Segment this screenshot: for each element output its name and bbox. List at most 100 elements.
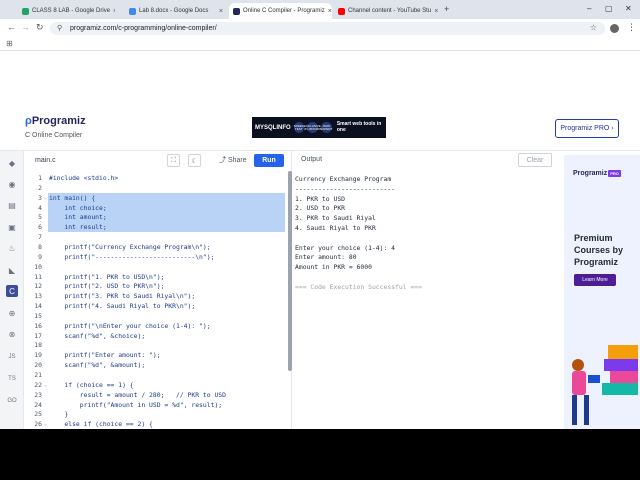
csharp-icon[interactable]: ⊗ [6,328,18,340]
code-line[interactable]: 16 printf("\nEnter your choice (1-4): ")… [24,321,286,331]
browser-tab-programiz[interactable]: Online C Compiler - Programiz × [229,3,332,19]
output-line: 1. PKR to USD [295,194,346,203]
output-line: Enter amount: 80 [295,253,357,262]
page-viewport: ρProgramiz C Online Compiler MYSQLINFO S… [0,51,640,429]
code-line[interactable]: 20 scanf("%d", &amount); [24,360,286,370]
r-icon[interactable]: ◉ [6,178,18,190]
code-line[interactable]: 9 printf("--------------------------\n")… [24,252,286,262]
line-number: 3 [38,193,42,202]
forward-icon[interactable]: → [21,22,30,32]
fold-chevron-icon[interactable]: ⌄ [44,380,47,390]
clear-button[interactable]: Clear [518,153,552,167]
code-line[interactable]: 11 printf("1. PKR to USD\n"); [24,272,286,282]
docs-favicon-icon [129,7,136,15]
site-info-icon[interactable]: ⚲ [57,24,62,32]
line-number: 7 [38,233,42,242]
line-number: 5 [38,213,42,222]
code-line[interactable]: 22 ⌄ if (choice == 1) { [24,380,286,390]
browser-menu-icon[interactable]: ⋮ [627,22,636,33]
code-line[interactable]: 13 printf("3. PKR to Saudi Riyal\n"); [24,291,286,301]
line-number: 15 [34,311,42,320]
code-line[interactable]: 25 } [24,409,286,419]
code-line[interactable]: 8 printf("Currency Exchange Program\n"); [24,242,286,252]
code-line[interactable]: 21 [24,370,286,380]
cpp-icon[interactable]: ⊕ [6,307,18,319]
bookmarks-bar: ⊞ [0,38,640,51]
code-line[interactable]: 12 printf("2. USD to PKR\n"); [24,281,286,291]
code-text: int amount; [49,212,107,223]
code-editor[interactable]: 1 #include <stdio.h> 2 3 ⌄ int main() {4 int … [24,171,288,429]
kotlin-icon[interactable]: ◣ [6,264,18,276]
c-icon[interactable]: C [6,285,18,297]
output-header: Output [301,156,323,163]
reload-icon[interactable]: ↻ [36,22,44,33]
go-icon[interactable]: GO [6,395,18,407]
code-line[interactable]: 7 [24,232,286,242]
browser-tab-youtube[interactable]: Channel content - YouTube Stu × [334,3,438,19]
programiz-logo[interactable]: ρProgramiz [25,115,86,127]
code-text: printf("3. PKR to Saudi Riyal\n"); [49,292,196,301]
ts-icon[interactable]: TS [6,373,18,385]
code-text: } [49,410,69,419]
close-tab-icon[interactable]: × [434,8,438,15]
code-line[interactable]: 5 int amount; [24,212,286,223]
code-text: printf("4. Saudi Riyal to PKR\n"); [49,302,196,311]
fullscreen-icon[interactable]: ⛶ [167,154,180,167]
ad-badge: JSON EXPERT [320,122,332,133]
page-title: C Online Compiler [25,132,83,139]
close-tab-icon[interactable]: × [219,8,223,15]
code-line[interactable]: 3 ⌄ int main() { [24,192,286,203]
browser-tab-docs[interactable]: Lab 8.docx - Google Docs × [125,3,227,19]
code-line[interactable]: 1 #include <stdio.h> [24,173,286,183]
code-line[interactable]: 2 [24,183,286,193]
editor-scrollbar[interactable] [288,171,292,371]
bookmark-star-icon[interactable]: ☆ [590,23,597,32]
code-text: #include <stdio.h> [49,174,119,182]
code-line[interactable]: 4 int choice; [24,202,286,213]
minimize-icon[interactable]: – [587,4,591,13]
learn-more-button[interactable]: Learn More [574,274,616,286]
editor-toolbar: main.c ⛶ ☾ ⤴ Share Run [24,151,288,171]
file-tab[interactable]: main.c [35,157,56,164]
output-line: Enter your choice (1-4): 4 [295,243,396,252]
theme-toggle-icon[interactable]: ☾ [188,154,201,167]
fold-chevron-icon[interactable]: ⌄ [44,193,47,203]
code-line[interactable]: 26 ⌄ else if (choice == 2) { [24,419,286,429]
profile-avatar[interactable] [610,24,619,33]
student-illustration-icon [572,345,638,425]
browser-tab-strip: CLASS 8 LAB - Google Drive × Lab 8.docx … [0,0,640,19]
code-text: int result; [49,222,107,233]
code-line[interactable]: 10 [24,262,286,272]
new-tab-button[interactable]: + [444,4,449,14]
code-line[interactable]: 6 int result; [24,222,286,233]
code-line[interactable]: 15 [24,311,286,321]
maximize-icon[interactable]: ▢ [605,4,613,13]
close-tab-icon[interactable]: × [328,8,332,15]
code-text: result = amount / 280; // PKR to USD [49,390,226,399]
html-icon[interactable]: ▣ [6,221,18,233]
apps-grid-icon[interactable]: ⊞ [6,39,13,48]
close-tab-icon[interactable]: × [113,8,115,15]
code-line[interactable]: 23 result = amount / 280; // PKR to USD [24,390,286,400]
code-line[interactable]: 14 printf("4. Saudi Riyal to PKR\n"); [24,301,286,311]
java-icon[interactable]: ♨ [6,242,18,254]
programiz-pro-button[interactable]: Programiz PRO › [555,119,619,138]
output-line: 2. USD to PKR [295,204,346,213]
fold-chevron-icon[interactable]: ⌄ [44,419,47,429]
share-button[interactable]: ⤴ Share [219,155,247,165]
code-line[interactable]: 24 printf("Amount in USD = %d", result); [24,400,286,410]
run-button[interactable]: Run [254,154,284,167]
side-ad[interactable]: Programiz PRO Premium Courses by Programi… [564,155,640,429]
js-icon[interactable]: JS [6,351,18,363]
url-input[interactable]: ⚲ programiz.com/c-programming/online-com… [50,22,605,35]
code-line[interactable]: 19 printf("Enter amount: "); [24,350,286,360]
browser-tab-drive[interactable]: CLASS 8 LAB - Google Drive × [18,3,115,19]
banner-ad[interactable]: MYSQLINFO SPEED TEST EXCLUSIVE IP HISTOR… [252,117,386,138]
code-line[interactable]: 18 [24,340,286,350]
code-line[interactable]: 17 scanf("%d", &choice); [24,331,286,341]
back-icon[interactable]: ← [7,22,16,32]
share-icon: ⤴ [219,157,228,164]
python-icon[interactable]: ◆ [6,157,18,169]
sql-icon[interactable]: ▤ [6,199,18,211]
close-window-icon[interactable]: ✕ [625,4,632,13]
